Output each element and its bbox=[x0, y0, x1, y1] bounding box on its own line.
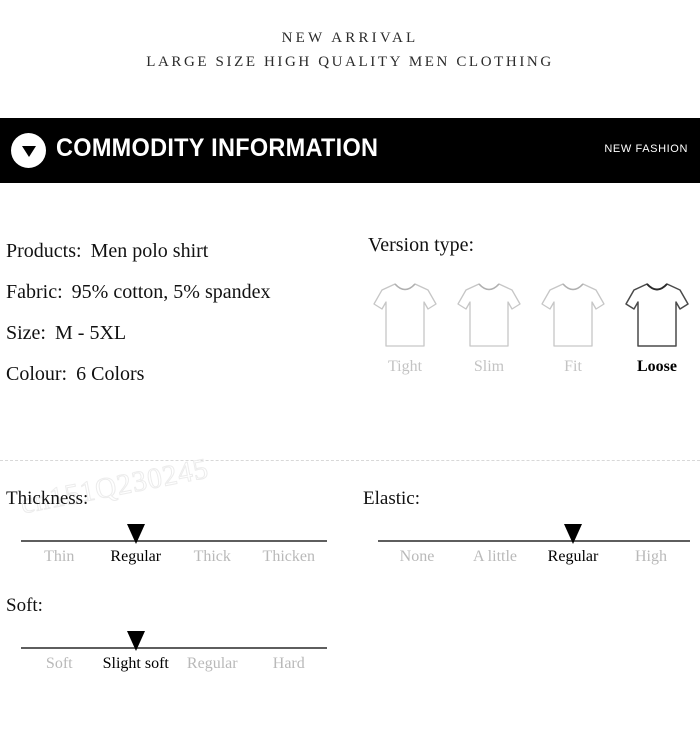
tshirt-icon bbox=[625, 283, 689, 347]
spec-key-size: Size: bbox=[6, 322, 46, 344]
spec-key-fabric: Fabric: bbox=[6, 281, 63, 303]
scale-option-high[interactable]: High bbox=[635, 548, 667, 566]
scale-labels-thickness: Thin Regular Thick Thicken bbox=[21, 548, 327, 572]
spec-key-colour: Colour: bbox=[6, 363, 68, 385]
triangle-down-glyph bbox=[21, 145, 36, 157]
scale-rail-elastic[interactable] bbox=[378, 524, 690, 544]
version-option-fit[interactable]: Fit bbox=[536, 279, 610, 376]
scale-labels-soft: Soft Slight soft Regular Hard bbox=[21, 655, 327, 679]
tshirt-icon bbox=[457, 283, 521, 347]
commodity-information-banner: COMMODITY INFORMATION bbox=[0, 118, 700, 183]
page-header: NEW ARRIVAL LARGE SIZE HIGH QUALITY MEN … bbox=[0, 0, 700, 118]
scale-option-soft[interactable]: Soft bbox=[46, 655, 73, 673]
spec-row-fabric: Fabric: 95% cotton, 5% spandex bbox=[6, 272, 356, 313]
header-line-tagline: LARGE SIZE HIGH QUALITY MEN CLOTHING bbox=[146, 54, 554, 70]
scale-marker-thickness bbox=[126, 524, 145, 544]
version-option-slim[interactable]: Slim bbox=[452, 279, 526, 376]
version-label-fit: Fit bbox=[564, 358, 582, 375]
scale-title-soft: Soft: bbox=[6, 595, 43, 616]
version-label-loose: Loose bbox=[637, 358, 677, 375]
scale-option-none[interactable]: None bbox=[400, 548, 435, 566]
spec-value-products: Men polo shirt bbox=[90, 240, 209, 262]
scale-rail-thickness[interactable] bbox=[21, 524, 327, 544]
scale-option-thicken[interactable]: Thicken bbox=[263, 548, 315, 566]
spec-row-colour: Colour: 6 Colors bbox=[6, 354, 356, 395]
scale-elastic: Elastic: None A little Regular High bbox=[363, 488, 695, 572]
scale-rail-soft[interactable] bbox=[21, 631, 327, 651]
banner-tag-new-fashion: NEW FASHION bbox=[604, 143, 688, 155]
spec-key-products: Products: bbox=[6, 240, 82, 262]
scale-labels-elastic: None A little Regular High bbox=[378, 548, 690, 572]
scale-option-regular[interactable]: Regular bbox=[548, 548, 599, 566]
version-type-title: Version type: bbox=[368, 234, 475, 256]
spec-value-colour: 6 Colors bbox=[76, 363, 145, 385]
scale-marker-elastic bbox=[564, 524, 582, 544]
scale-option-slight-soft[interactable]: Slight soft bbox=[103, 655, 169, 673]
version-type-options: Tight Slim Fit Loose bbox=[368, 279, 694, 376]
scale-option-thick[interactable]: Thick bbox=[194, 548, 231, 566]
scale-marker-soft bbox=[126, 631, 145, 651]
product-spec-list: Products: Men polo shirt Fabric: 95% cotto… bbox=[6, 231, 356, 395]
scale-option-a-little[interactable]: A little bbox=[473, 548, 517, 566]
tshirt-icon bbox=[541, 283, 605, 347]
scale-title-thickness: Thickness: bbox=[6, 488, 89, 509]
scale-option-regular[interactable]: Regular bbox=[187, 655, 238, 673]
version-option-tight[interactable]: Tight bbox=[368, 279, 442, 376]
spec-value-fabric: 95% cotton, 5% spandex bbox=[71, 281, 271, 303]
scale-title-elastic: Elastic: bbox=[363, 488, 420, 509]
version-label-slim: Slim bbox=[473, 358, 505, 375]
spec-row-products: Products: Men polo shirt bbox=[6, 231, 356, 272]
section-divider bbox=[0, 460, 700, 461]
scale-option-hard[interactable]: Hard bbox=[273, 655, 305, 673]
spec-value-size: M - 5XL bbox=[55, 322, 127, 344]
header-line-new-arrival: NEW ARRIVAL bbox=[281, 30, 419, 46]
banner-title: COMMODITY INFORMATION bbox=[56, 134, 379, 162]
scale-option-regular[interactable]: Regular bbox=[110, 548, 161, 566]
scale-option-thin[interactable]: Thin bbox=[44, 548, 74, 566]
product-information-section: Products: Men polo shirt Fabric: 95% cotto… bbox=[0, 183, 700, 461]
version-label-tight: Tight bbox=[387, 358, 423, 375]
spec-row-size: Size: M - 5XL bbox=[6, 313, 356, 354]
triangle-down-icon bbox=[11, 133, 46, 168]
scale-soft: Soft: Soft Slight soft Regular Hard bbox=[6, 595, 336, 679]
tshirt-icon bbox=[373, 283, 437, 347]
version-option-loose[interactable]: Loose bbox=[620, 279, 694, 376]
scale-thickness: Thickness: Thin Regular Thick Thicken bbox=[6, 488, 336, 572]
version-type-block: Version type: Tight Slim Fit Loose bbox=[368, 231, 694, 375]
